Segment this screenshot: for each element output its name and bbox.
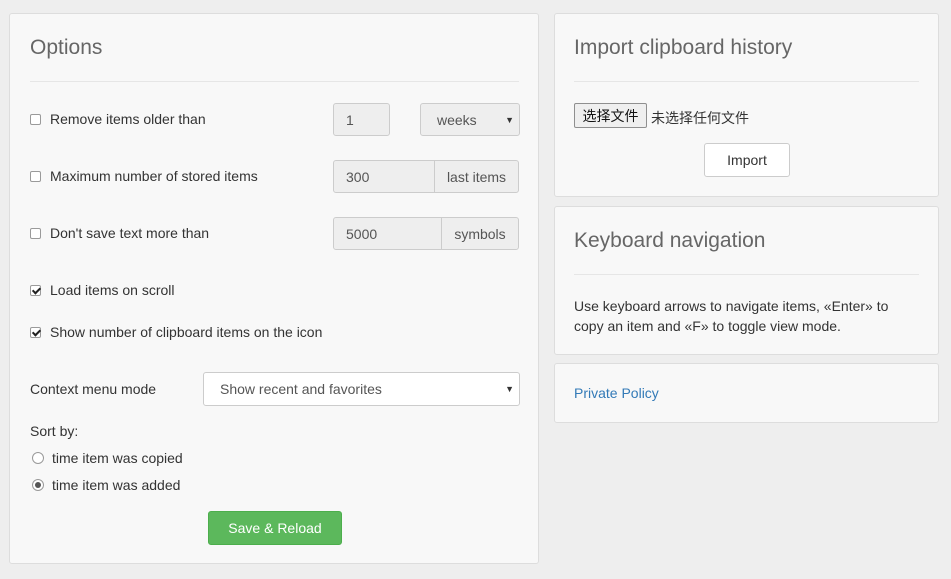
sort-by-label: Sort by: — [30, 423, 79, 439]
show-count-checkbox[interactable] — [30, 327, 41, 338]
max-text-checkbox[interactable] — [30, 228, 41, 239]
remove-older-unit-value: weeks — [437, 111, 477, 128]
privacy-policy-link[interactable]: Private Policy — [574, 385, 659, 401]
options-panel: Options Remove items older than 1 weeks … — [9, 13, 539, 564]
context-menu-select[interactable]: Show recent and favorites ▼ — [203, 372, 520, 406]
sort-copied-radio[interactable] — [32, 452, 44, 464]
chevron-down-icon: ▼ — [505, 384, 514, 394]
policy-panel: Private Policy — [554, 363, 939, 423]
show-count-label: Show number of clipboard items on the ic… — [50, 324, 323, 340]
keyboard-help-line1: Use keyboard arrows to navigate items, «… — [574, 298, 889, 314]
remove-older-label: Remove items older than — [50, 111, 206, 127]
choose-file-button[interactable]: 选择文件 — [574, 103, 647, 128]
max-text-input[interactable]: 5000 — [333, 217, 442, 250]
keyboard-panel: Keyboard navigation Use keyboard arrows … — [554, 206, 939, 355]
divider — [574, 81, 919, 82]
max-items-addon: last items — [434, 160, 519, 193]
sort-added-radio[interactable] — [32, 479, 44, 491]
file-status: 未选择任何文件 — [651, 110, 749, 126]
import-button[interactable]: Import — [704, 143, 790, 177]
context-menu-label: Context menu mode — [30, 381, 157, 397]
max-items-input[interactable]: 300 — [333, 160, 435, 193]
chevron-down-icon: ▼ — [505, 114, 514, 125]
save-reload-button[interactable]: Save & Reload — [208, 511, 342, 545]
load-on-scroll-checkbox[interactable] — [30, 285, 41, 296]
remove-older-unit-select[interactable]: weeks ▼ — [420, 103, 520, 136]
max-items-label: Maximum number of stored items — [50, 168, 258, 184]
divider — [30, 81, 519, 82]
remove-older-checkbox[interactable] — [30, 114, 41, 125]
max-items-checkbox[interactable] — [30, 171, 41, 182]
sort-copied-label: time item was copied — [52, 450, 183, 466]
sort-added-label: time item was added — [52, 477, 181, 493]
load-on-scroll-label: Load items on scroll — [50, 282, 175, 298]
context-menu-value: Show recent and favorites — [220, 381, 382, 397]
remove-older-input[interactable]: 1 — [333, 103, 390, 136]
keyboard-title: Keyboard navigation — [574, 229, 766, 252]
max-text-addon: symbols — [441, 217, 519, 250]
max-text-label: Don't save text more than — [50, 225, 210, 241]
import-title: Import clipboard history — [574, 36, 793, 59]
options-title: Options — [30, 36, 103, 59]
keyboard-help-line2: copy an item and «F» to toggle view mode… — [574, 318, 841, 334]
import-panel: Import clipboard history 选择文件 未选择任何文件 Im… — [554, 13, 939, 197]
divider — [574, 274, 919, 275]
